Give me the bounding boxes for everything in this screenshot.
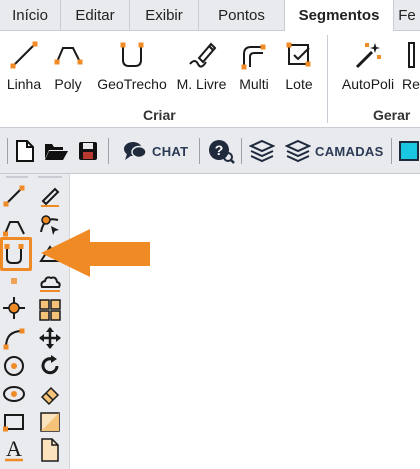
chat-button[interactable]: CHAT bbox=[122, 138, 188, 164]
linha-button[interactable]: Linha bbox=[4, 35, 44, 101]
line-icon bbox=[3, 185, 25, 207]
grid-icon bbox=[39, 299, 61, 321]
help-search-button[interactable]: ? bbox=[207, 138, 235, 164]
auto-poly-wand-icon bbox=[355, 43, 381, 69]
polyline-icon bbox=[54, 47, 83, 65]
layers-icon bbox=[285, 139, 311, 163]
chat-label: CHAT bbox=[152, 143, 189, 159]
geotrecho-button[interactable]: GeoTrecho bbox=[95, 35, 169, 101]
svg-text:A: A bbox=[6, 436, 22, 461]
re-label: Re bbox=[402, 76, 420, 92]
main-toolbar: CHAT ? CAMADAS bbox=[0, 128, 420, 174]
open-folder-button[interactable] bbox=[43, 138, 69, 164]
palette-header-line bbox=[38, 176, 62, 178]
linha-label: Linha bbox=[6, 76, 42, 92]
tool-palette: A bbox=[0, 174, 70, 469]
tool-text[interactable]: A bbox=[0, 436, 28, 464]
crosshair-point-icon bbox=[3, 297, 25, 319]
tab-exibir[interactable]: Exibir bbox=[130, 0, 199, 31]
orange-pointer-arrow-icon bbox=[41, 229, 150, 277]
camadas-button[interactable]: CAMADAS bbox=[285, 138, 384, 164]
drawing-canvas[interactable] bbox=[70, 174, 420, 469]
line-icon bbox=[10, 41, 38, 69]
rotate-icon bbox=[41, 355, 59, 375]
tool-point[interactable] bbox=[0, 294, 28, 322]
tab-pontos[interactable]: Pontos bbox=[199, 0, 285, 31]
poly-label: Poly bbox=[54, 76, 82, 92]
arc-icon bbox=[3, 328, 25, 350]
tab-fe[interactable]: Fe bbox=[394, 0, 420, 31]
tool-polyline[interactable] bbox=[0, 212, 28, 240]
autopoli-label: AutoPoli bbox=[341, 76, 395, 92]
toolbar-separator bbox=[7, 138, 8, 164]
tool-rotate[interactable] bbox=[36, 352, 64, 380]
save-button[interactable] bbox=[77, 138, 99, 164]
tool-eraser[interactable] bbox=[36, 380, 64, 408]
help-icon: ? bbox=[209, 140, 235, 164]
toolbar-separator bbox=[391, 138, 392, 164]
group-label-gerar: Gerar bbox=[373, 107, 411, 123]
text-icon: A bbox=[5, 436, 23, 462]
group-label-criar: Criar bbox=[143, 107, 176, 123]
freehand-pencil-icon bbox=[188, 42, 216, 68]
tool-highlight-box bbox=[0, 237, 32, 271]
point-marker-icon bbox=[11, 278, 17, 284]
ellipse-icon bbox=[3, 386, 25, 402]
toolbar-separator bbox=[241, 138, 242, 164]
polyline-icon bbox=[3, 221, 25, 237]
open-folder-icon bbox=[45, 144, 68, 160]
autopoli-button[interactable]: AutoPoli bbox=[338, 35, 398, 101]
tab-segmentos[interactable]: Segmentos bbox=[285, 0, 394, 32]
svg-text:?: ? bbox=[215, 142, 224, 158]
lote-label: Lote bbox=[285, 76, 313, 92]
ribbon-panel: Linha Poly GeoTrecho M. Livre Multi Lote… bbox=[0, 31, 420, 128]
multi-label: Multi bbox=[239, 76, 269, 92]
rectangle-icon bbox=[3, 414, 24, 432]
tool-move[interactable] bbox=[36, 324, 64, 352]
re-icon bbox=[408, 42, 415, 68]
m-livre-button[interactable]: M. Livre bbox=[174, 35, 229, 101]
tool-area[interactable] bbox=[36, 408, 64, 436]
tool-grid[interactable] bbox=[36, 296, 64, 324]
batch-icon bbox=[286, 42, 311, 67]
tool-circle[interactable] bbox=[0, 352, 28, 380]
lote-button[interactable]: Lote bbox=[280, 35, 318, 101]
chat-icon bbox=[124, 142, 147, 160]
geotrecho-icon bbox=[120, 42, 144, 67]
tab-editar[interactable]: Editar bbox=[61, 0, 130, 31]
cyan-color-swatch bbox=[399, 141, 419, 161]
tool-line[interactable] bbox=[0, 182, 28, 210]
eraser-icon bbox=[40, 386, 60, 406]
circle-icon bbox=[4, 356, 24, 376]
tool-rectangle[interactable] bbox=[0, 408, 28, 436]
area-icon bbox=[40, 412, 60, 432]
multi-icon bbox=[241, 44, 266, 70]
tool-ellipse[interactable] bbox=[0, 380, 28, 408]
new-file-icon bbox=[16, 140, 34, 162]
tool-pencil[interactable] bbox=[36, 182, 64, 210]
page-icon bbox=[41, 438, 59, 462]
group-separator bbox=[327, 35, 328, 123]
toolbar-separator bbox=[199, 138, 200, 164]
poly-button[interactable]: Poly bbox=[50, 35, 86, 101]
layers-icon bbox=[249, 139, 275, 163]
layers-button[interactable] bbox=[249, 138, 275, 164]
pencil-icon bbox=[41, 187, 60, 207]
move-arrows-icon bbox=[39, 327, 61, 349]
multi-button[interactable]: Multi bbox=[236, 35, 272, 101]
geotrecho-label: GeoTrecho bbox=[97, 76, 167, 92]
save-icon bbox=[79, 142, 97, 160]
color-swatch-button[interactable] bbox=[399, 138, 419, 164]
new-file-button[interactable] bbox=[14, 138, 36, 164]
re-button[interactable]: Re bbox=[402, 35, 420, 101]
tool-page[interactable] bbox=[36, 436, 64, 464]
ribbon-tab-strip: Início Editar Exibir Pontos Segmentos Fe bbox=[0, 0, 420, 32]
toolbar-separator bbox=[108, 138, 109, 164]
palette-header-line bbox=[6, 176, 28, 178]
m-livre-label: M. Livre bbox=[176, 76, 227, 92]
tool-arc[interactable] bbox=[0, 324, 28, 352]
camadas-label: CAMADAS bbox=[315, 143, 384, 159]
tab-inicio[interactable]: Início bbox=[0, 0, 61, 31]
